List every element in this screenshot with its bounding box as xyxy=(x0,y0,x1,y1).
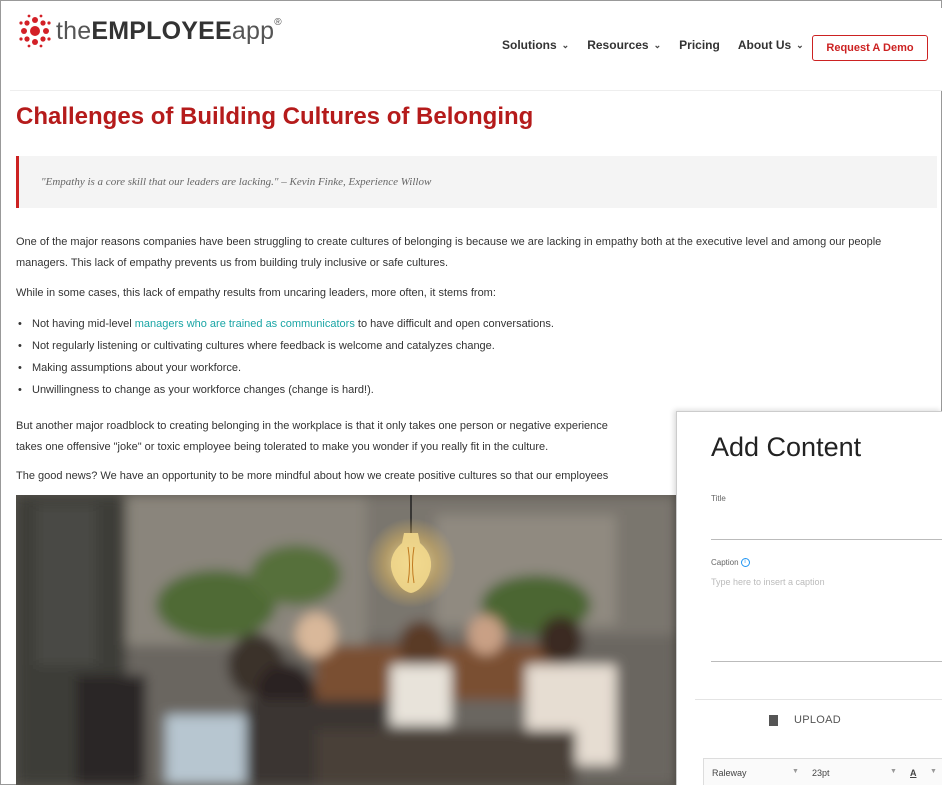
file-upload-icon xyxy=(769,714,778,726)
article-paragraph-4: The good news? We have an opportunity to… xyxy=(16,470,609,482)
add-content-panel: Add Content Title Caption i Type here to … xyxy=(676,411,942,785)
article-paragraph-3: But another major roadblock to creating … xyxy=(16,420,608,453)
list-item: Not having mid-level managers who are tr… xyxy=(16,313,554,335)
upload-label: UPLOAD xyxy=(794,714,842,726)
article-title: Challenges of Building Cultures of Belon… xyxy=(16,103,534,130)
article-paragraph-1: One of the major reasons companies have … xyxy=(16,236,882,269)
nav-pricing[interactable]: Pricing xyxy=(679,38,720,52)
chevron-down-icon: ⌄ xyxy=(561,39,570,50)
pull-quote-text: "Empathy is a core skill that our leader… xyxy=(41,176,432,188)
title-input[interactable] xyxy=(711,508,942,538)
font-size-select[interactable]: 23pt xyxy=(812,768,830,778)
chevron-down-icon: ⌄ xyxy=(653,39,662,50)
caption-field-label: Caption i xyxy=(711,558,750,568)
cause-list: Not having mid-level managers who are tr… xyxy=(16,313,554,401)
caption-input-underline xyxy=(711,661,942,662)
font-family-select[interactable]: Raleway xyxy=(712,768,747,778)
upload-button[interactable]: UPLOAD xyxy=(769,714,841,726)
panel-title: Add Content xyxy=(711,432,862,462)
text-color-button[interactable]: A xyxy=(910,768,917,778)
site-header: theEMPLOYEEapp® Solutions ⌄ Resources ⌄ Pr… xyxy=(10,8,942,90)
chevron-down-icon: ▼ xyxy=(792,768,799,775)
logo[interactable]: theEMPLOYEEapp® xyxy=(18,14,282,48)
logo-wordmark: theEMPLOYEEapp® xyxy=(56,16,282,45)
nav-resources[interactable]: Resources ⌄ xyxy=(587,38,661,52)
title-field-label: Title xyxy=(711,494,726,503)
pull-quote: "Empathy is a core skill that our leader… xyxy=(16,156,937,208)
nav-solutions[interactable]: Solutions ⌄ xyxy=(502,38,569,52)
list-item: Not regularly listening or cultivating c… xyxy=(16,335,554,357)
list-item: Unwillingness to change as your workforc… xyxy=(16,379,554,401)
article-paragraph-2: While in some cases, this lack of empath… xyxy=(16,287,496,299)
request-demo-button[interactable]: Request A Demo xyxy=(812,35,928,61)
logo-dots-icon xyxy=(19,14,51,48)
title-input-underline xyxy=(711,539,942,540)
main-nav: Solutions ⌄ Resources ⌄ Pricing About Us ⌄ xyxy=(502,38,822,52)
info-icon[interactable]: i xyxy=(740,558,750,568)
chevron-down-icon: ▼ xyxy=(930,768,937,775)
chevron-down-icon: ⌄ xyxy=(796,39,804,50)
chevron-down-icon: ▼ xyxy=(890,768,897,775)
managers-communicators-link[interactable]: managers who are trained as communicator… xyxy=(135,318,355,330)
list-item: Making assumptions about your workforce. xyxy=(16,357,554,379)
meeting-photo-illustration xyxy=(16,495,676,785)
meeting-photo xyxy=(16,495,676,785)
nav-about-us[interactable]: About Us ⌄ xyxy=(738,38,804,52)
header-divider xyxy=(10,90,942,91)
caption-input[interactable]: Type here to insert a caption xyxy=(711,577,825,587)
upload-divider xyxy=(695,699,942,700)
format-toolbar: Raleway ▼ 23pt ▼ A ▼ xyxy=(703,758,942,785)
